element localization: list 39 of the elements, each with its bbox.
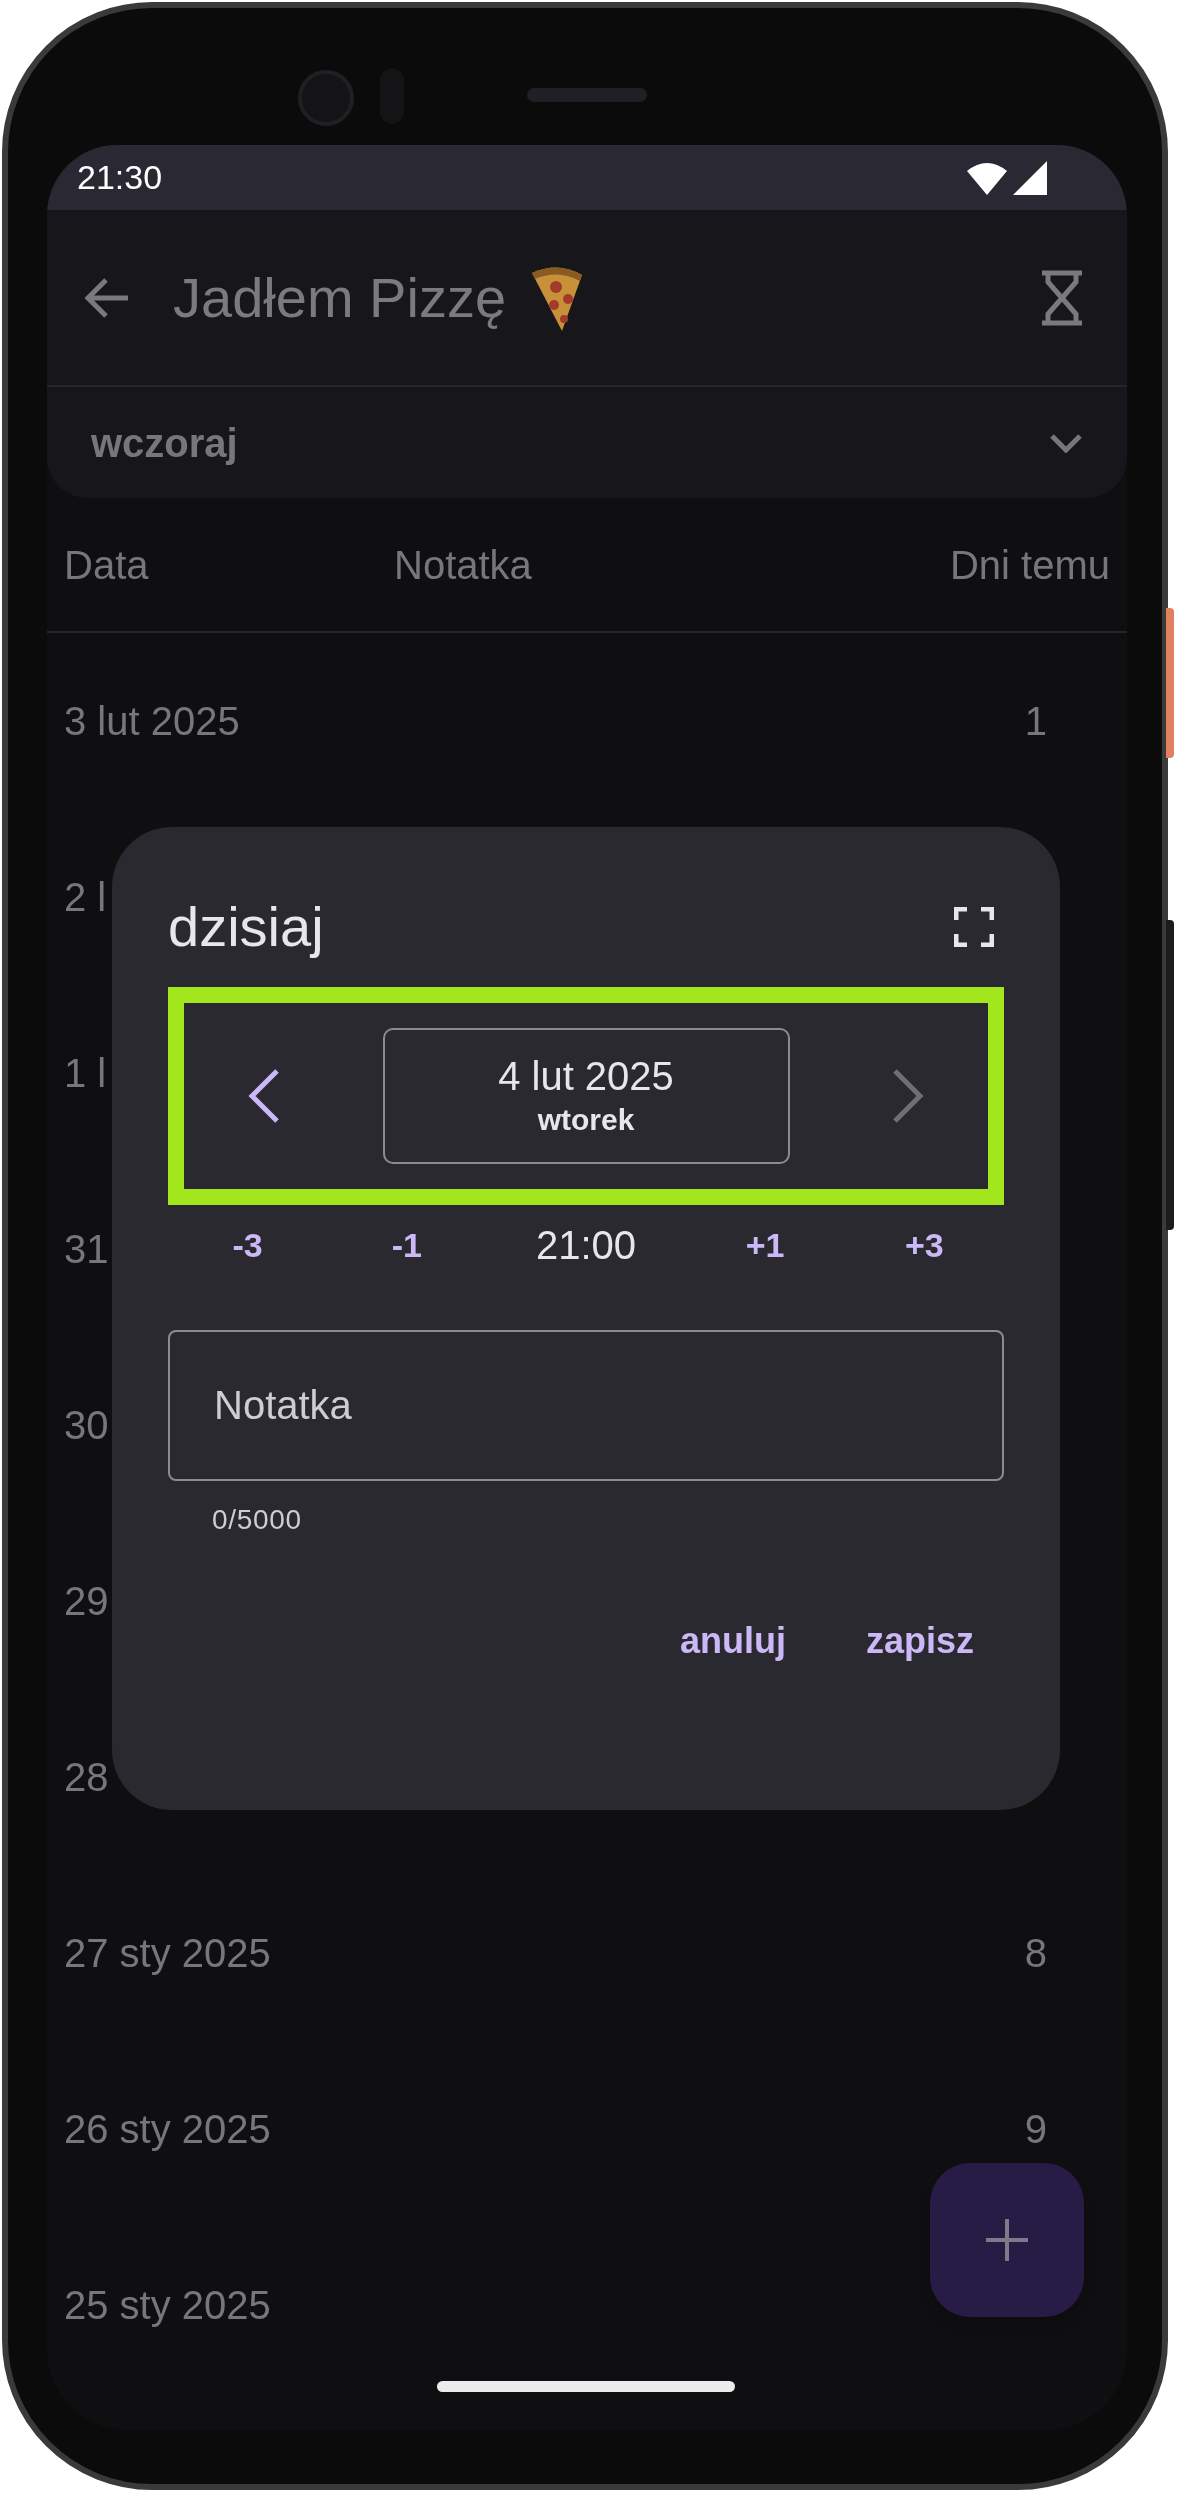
column-header: Notatka [394, 541, 533, 589]
note-input-field[interactable]: Notatka [168, 1330, 1004, 1481]
dialog-title: dzisiaj [168, 894, 324, 960]
column-header: Dni temu [948, 541, 1110, 589]
date-cell-text: 1 l [64, 1050, 107, 1097]
dialog-action-button[interactable]: anuluj [659, 1601, 806, 1681]
day-step-button[interactable]: +3 [864, 1219, 985, 1271]
date-button[interactable]: 4 lut 2025 wtorek [382, 1028, 790, 1164]
date-cell-text: 27 sty 2025 [64, 1930, 271, 1977]
plus-icon [986, 2219, 1028, 2261]
signal-icon [1013, 160, 1047, 195]
days-ago-cell-text: 9 [1024, 2106, 1047, 2153]
character-counter: 0/5000 [212, 1503, 303, 1537]
date-cell-text: 2 l [64, 874, 107, 921]
date-cell-text: 3 lut 2025 [64, 698, 240, 745]
back-arrow-icon [84, 277, 130, 318]
fullscreen-icon [954, 907, 994, 947]
date-cell-text: 25 sty 2025 [64, 2282, 271, 2329]
date-cell-text: 31 [64, 1226, 109, 1273]
hourglass-icon [1040, 269, 1084, 326]
days-ago-cell-text: 1 [1024, 698, 1047, 745]
chevron-left-icon [247, 1068, 281, 1124]
date-cell-text: 26 sty 2025 [64, 2106, 271, 2153]
date-cell-text: 29 [64, 1578, 109, 1625]
date-cell-text: 30 [64, 1402, 109, 1449]
dialog-action-button[interactable]: zapisz [845, 1601, 994, 1681]
day-step-button[interactable]: +1 [705, 1219, 826, 1271]
screen-title: Jadłem Pizzę [173, 264, 507, 331]
status-time: 21:30 [77, 157, 163, 198]
days-ago-cell-text: 8 [1024, 1930, 1047, 1977]
wifi-icon [967, 160, 1007, 195]
chevron-right-icon [891, 1068, 925, 1124]
column-header: Data [64, 541, 150, 589]
time-button[interactable]: 21:00 [505, 1215, 666, 1275]
date-cell-text: 28 [64, 1754, 109, 1801]
day-step-button[interactable]: -3 [187, 1219, 308, 1271]
day-step-button[interactable]: -1 [346, 1219, 467, 1271]
chevron-down-icon [1049, 432, 1083, 453]
filter-dropdown[interactable]: wczoraj [47, 387, 1127, 498]
